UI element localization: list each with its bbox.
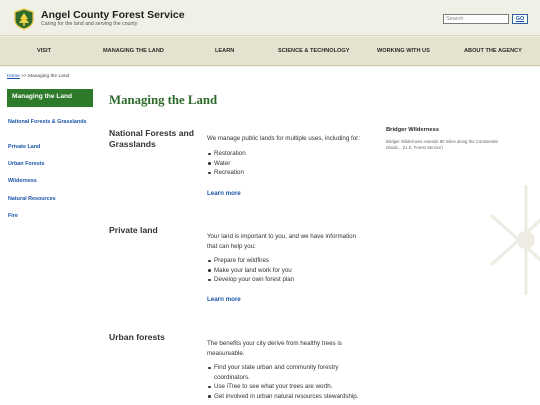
site-header: Angel County Forest Service Caring for t… [0, 0, 540, 36]
nav-item-visit[interactable]: VISIT [37, 48, 51, 54]
bullet-list-national-forests: Restoration Water Recreation [207, 149, 246, 178]
sidebar-item-private-land[interactable]: Private Land [8, 144, 40, 151]
forest-shield-logo-icon[interactable] [13, 8, 35, 30]
list-item: Make your land work for you [207, 266, 294, 276]
section-title-national-forests: National Forests and Grasslands [109, 128, 194, 150]
sidebar-item-urban-forests[interactable]: Urban Forests [8, 161, 45, 168]
section-title-private-land: Private land [109, 225, 158, 235]
nav-item-science-technology[interactable]: SCIENCE & TECHNOLOGY [278, 48, 349, 54]
page-title: Managing the Land [109, 93, 218, 107]
main-nav: VISIT MANAGING THE LAND LEARN SCIENCE & … [0, 37, 540, 66]
breadcrumb-home-link[interactable]: Home [7, 74, 20, 79]
sidebar-item-wilderness[interactable]: Wilderness [8, 178, 37, 185]
page-content: Home >> Managing the Land Managing the L… [0, 67, 540, 405]
learn-more-link-private-land[interactable]: Learn more [207, 296, 241, 303]
breadcrumb: Home >> Managing the Land [7, 74, 69, 79]
list-item: Get involved in urban natural resources … [207, 392, 422, 402]
learn-more-link-national-forests[interactable]: Learn more [207, 190, 241, 197]
section-title-urban-forests: Urban forests [109, 332, 165, 342]
sidebar-item-fire[interactable]: Fire [8, 213, 18, 220]
sidebar-item-national-forests[interactable]: National Forests & Grasslands [8, 119, 88, 126]
sidebar-item-natural-resources[interactable]: Natural Resources [8, 196, 56, 203]
list-item: Recreation [207, 168, 246, 178]
aside-caption: Bridger Wilderness extends 80 miles alon… [386, 139, 498, 151]
search-input[interactable] [443, 14, 509, 24]
section-intro-national-forests: We manage public lands for multiple uses… [207, 135, 360, 142]
site-tagline: Caring for the land and serving the coun… [41, 21, 138, 27]
list-item: Restoration [207, 149, 246, 159]
nav-item-managing-the-land[interactable]: MANAGING THE LAND [103, 48, 164, 54]
section-intro-private-land: Your land is important to you, and we ha… [207, 233, 357, 250]
site-title[interactable]: Angel County Forest Service [41, 9, 185, 21]
bullet-list-urban-forests: Find your state urban and community fore… [207, 363, 422, 401]
aside-title: Bridger Wilderness [386, 127, 440, 133]
list-item: Find your state urban and community fore… [207, 363, 367, 382]
bullet-list-private-land: Prepare for wildfires Make your land wor… [207, 256, 294, 285]
list-item: Use iTree to see what your trees are wor… [207, 382, 422, 392]
nav-item-working-with-us[interactable]: WORKING WITH US [377, 48, 430, 54]
breadcrumb-current: Managing the Land [28, 74, 70, 79]
section-intro-urban-forests: The benefits your city derive from healt… [207, 340, 342, 357]
list-item: Water [207, 159, 246, 169]
list-item: Develop your own forest plan [207, 275, 294, 285]
breadcrumb-separator: >> [19, 74, 29, 79]
search-go-button[interactable]: GO [512, 14, 528, 24]
nav-item-learn[interactable]: LEARN [215, 48, 234, 54]
list-item: Prepare for wildfires [207, 256, 294, 266]
nav-item-about-the-agency[interactable]: ABOUT THE AGENCY [464, 48, 522, 54]
sidebar-item-managing-the-land[interactable]: Managing the Land [7, 89, 93, 107]
snowflake-watermark-icon [489, 185, 540, 295]
